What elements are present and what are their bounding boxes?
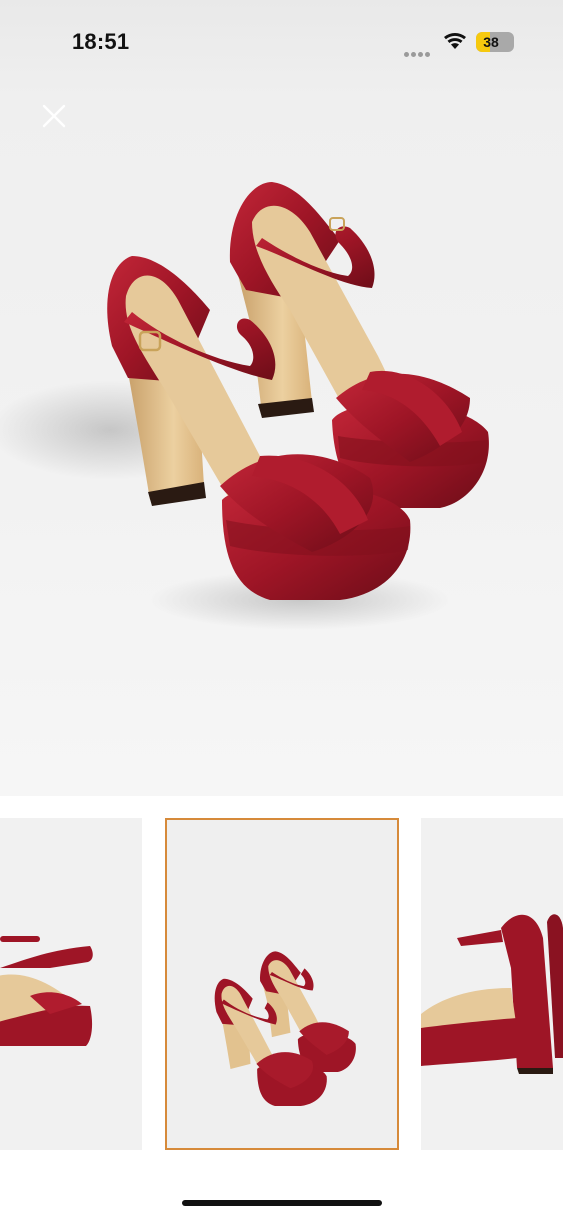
battery-indicator: 38 (476, 32, 514, 52)
home-indicator[interactable] (182, 1200, 382, 1206)
side-sandal-illustration (0, 936, 93, 1046)
close-icon (42, 104, 66, 128)
thumbnail-strip[interactable] (0, 818, 563, 1150)
back-sandal-illustration (421, 914, 563, 1074)
back-view-sandal-thumbnail[interactable] (421, 818, 563, 1150)
status-bar: 18:51 38 (0, 0, 563, 80)
main-product-image[interactable] (0, 0, 563, 796)
status-time: 18:51 (72, 29, 130, 54)
side-view-sandal-thumbnail[interactable] (0, 818, 142, 1150)
cellular-signal-icon (404, 44, 432, 62)
pair-view-sandal-thumbnail[interactable] (165, 818, 399, 1150)
wifi-icon (444, 32, 466, 49)
pair-sandal-illustration (214, 951, 356, 1106)
close-button[interactable] (38, 100, 70, 132)
battery-level: 38 (483, 34, 499, 50)
red-platform-sandals-illustration (0, 182, 489, 630)
